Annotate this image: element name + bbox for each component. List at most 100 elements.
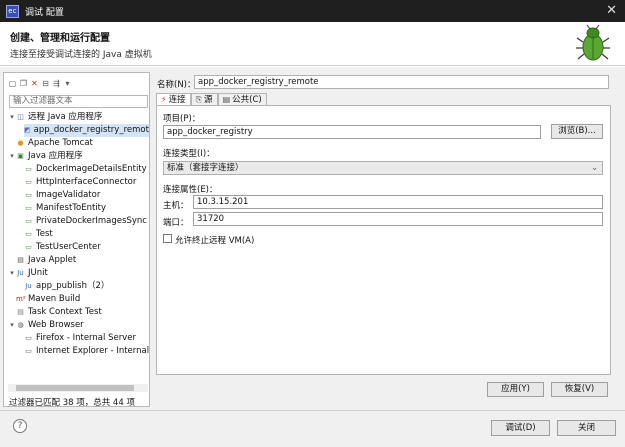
tree-item[interactable]: ▭ Internet Explorer - Internal — [24, 345, 149, 358]
dropdown-icon[interactable]: ▾ — [63, 79, 72, 88]
name-field[interactable]: app_docker_registry_remote — [194, 75, 609, 89]
applet-icon: ▤ — [17, 256, 24, 264]
tree-item-label: TestUserCenter — [36, 242, 101, 252]
tree-item[interactable]: ▾ ◍ Web Browser — [8, 319, 84, 332]
tree-item[interactable]: ▭ Test — [24, 228, 53, 241]
browser-config-icon: ▭ — [25, 334, 32, 342]
tree-item-label: PrivateDockerImagesSync — [36, 216, 147, 226]
close-icon[interactable]: ✕ — [606, 3, 617, 18]
tree-item-label: DockerImageDetailsEntity — [36, 164, 147, 174]
config-list-pane: ▢ ❐ ✕ ⊟ ⇶ ▾ 输入过滤器文本 ▾ ◫ 远程 Java 应用程序 ◩ app_d… — [3, 72, 150, 408]
remote-java-icon: ◫ — [17, 113, 24, 121]
connect-tab-body: 项目(P)： app_docker_registry 浏览(B)... 连接类型… — [156, 105, 611, 375]
connection-type-label: 连接类型(I)： — [163, 149, 215, 159]
header-subtitle: 连接至接受调试连接的 Java 虚拟机 — [10, 50, 152, 60]
port-field[interactable]: 31720 — [193, 212, 603, 226]
new-config-icon[interactable]: ▢ — [8, 79, 17, 88]
tomcat-icon: ● — [17, 139, 24, 147]
tree-item[interactable]: ▾ ▣ Java 应用程序 — [8, 150, 83, 163]
tree-item-label: Task Context Test — [28, 307, 102, 317]
filter-icon[interactable]: ⇶ — [52, 79, 61, 88]
host-label: 主机： — [163, 201, 189, 211]
port-label: 端口： — [163, 218, 189, 228]
tree-item[interactable]: m² Maven Build — [8, 293, 80, 306]
config-detail-pane: 名称(N)： app_docker_registry_remote ⚡ 连接 ⎘… — [154, 67, 620, 410]
title-bar: ec 调试 配置 ✕ — [0, 0, 625, 22]
connection-props-label: 连接属性(E)： — [163, 185, 218, 195]
java-class-icon: ▭ — [25, 217, 32, 225]
tree-item-label: Internet Explorer - Internal — [36, 346, 149, 356]
duplicate-icon[interactable]: ❐ — [19, 79, 28, 88]
debug-button[interactable]: 调试(D) — [491, 420, 550, 436]
tree-item[interactable]: ▭ ManifestToEntity — [24, 202, 106, 215]
expanded-chevron-icon[interactable]: ▾ — [8, 319, 16, 332]
header-title: 创建、管理和运行配置 — [10, 33, 110, 44]
help-icon[interactable]: ? — [13, 419, 27, 433]
config-tree: ▾ ◫ 远程 Java 应用程序 ◩ app_docker_registry_remot… — [4, 111, 149, 381]
filter-input[interactable]: 输入过滤器文本 — [9, 95, 148, 108]
java-app-icon: ▣ — [17, 152, 24, 160]
java-class-icon: ▭ — [25, 230, 32, 238]
maven-icon: m² — [16, 295, 26, 303]
java-class-icon: ▭ — [25, 243, 32, 251]
close-button[interactable]: 关闭 — [557, 420, 616, 436]
debug-bug-icon — [576, 24, 610, 61]
filter-status: 过滤器已匹配 38 项，总共 44 项 — [9, 398, 135, 408]
tree-item[interactable]: ▭ ImageValidator — [24, 189, 100, 202]
tree-item-label: app_publish（2） — [36, 281, 110, 291]
web-browser-icon: ◍ — [17, 321, 24, 329]
tree-item[interactable]: ▭ HttpInterfaceConnector — [24, 176, 136, 189]
tree-item[interactable]: ● Apache Tomcat — [8, 137, 93, 150]
project-label: 项目(P)： — [163, 114, 201, 124]
tree-item-label: Web Browser — [28, 320, 84, 330]
connection-type-value: 标准（套接字连接） — [167, 163, 244, 173]
tree-item-label: Java 应用程序 — [28, 151, 83, 161]
eclipse-app-icon: ec — [6, 4, 19, 18]
main-area: ▢ ❐ ✕ ⊟ ⇶ ▾ 输入过滤器文本 ▾ ◫ 远程 Java 应用程序 ◩ app_d… — [0, 67, 625, 410]
tree-item[interactable]: ◩ app_docker_registry_remote — [24, 124, 149, 137]
project-field[interactable]: app_docker_registry — [163, 125, 541, 139]
java-class-icon: ▭ — [25, 165, 32, 173]
tree-item[interactable]: ▭ TestUserCenter — [24, 241, 101, 254]
junit-icon: Ju — [17, 269, 24, 277]
tree-item[interactable]: ▭ Firefox - Internal Server — [24, 332, 136, 345]
tree-item-label: ManifestToEntity — [36, 203, 107, 213]
allow-terminate-label: 允许终止远程 VM(A) — [175, 236, 255, 246]
expanded-chevron-icon[interactable]: ▾ — [8, 150, 16, 163]
junit-config-icon: Ju — [25, 282, 32, 290]
tree-horizontal-scrollbar[interactable] — [8, 384, 148, 392]
tree-item[interactable]: ▤ Java Applet — [8, 254, 76, 267]
java-class-icon: ▭ — [25, 204, 32, 212]
java-class-icon: ▭ — [25, 191, 32, 199]
name-label: 名称(N)： — [157, 80, 196, 90]
apply-button[interactable]: 应用(Y) — [487, 382, 544, 397]
tree-item[interactable]: ▾ Ju JUnit — [8, 267, 48, 280]
connection-type-select[interactable]: 标准（套接字连接） ⌄ — [163, 161, 603, 175]
scrollbar-thumb[interactable] — [16, 385, 134, 391]
revert-button[interactable]: 恢复(V) — [551, 382, 608, 397]
host-field[interactable]: 10.3.15.201 — [193, 195, 603, 209]
dialog-footer: ? 调试(D) 关闭 — [0, 410, 625, 447]
tree-item[interactable]: Ju app_publish（2） — [24, 280, 109, 293]
task-icon: ▤ — [17, 308, 24, 316]
collapse-icon[interactable]: ⊟ — [41, 79, 50, 88]
tree-item[interactable]: ▾ ◫ 远程 Java 应用程序 — [8, 111, 102, 124]
tree-item-label: Maven Build — [28, 294, 81, 304]
delete-icon[interactable]: ✕ — [30, 79, 39, 88]
expanded-chevron-icon[interactable]: ▾ — [8, 267, 16, 280]
tree-item-label: Firefox - Internal Server — [36, 333, 136, 343]
tree-item[interactable]: ▭ PrivateDockerImagesSync — [24, 215, 147, 228]
tree-item[interactable]: ▭ DockerImageDetailsEntity — [24, 163, 147, 176]
remote-java-config-icon: ◩ — [24, 126, 31, 134]
browse-button[interactable]: 浏览(B)... — [551, 124, 603, 139]
tree-item[interactable]: ▤ Task Context Test — [8, 306, 102, 319]
allow-terminate-checkbox[interactable] — [163, 234, 172, 243]
expanded-chevron-icon[interactable]: ▾ — [8, 111, 16, 124]
tree-item-label: Test — [36, 229, 53, 239]
java-class-icon: ▭ — [25, 178, 32, 186]
tree-item-label: Java Applet — [28, 255, 77, 265]
tree-item-label: app_docker_registry_remote — [33, 125, 149, 135]
tree-item-label: JUnit — [28, 268, 48, 278]
browser-config-icon: ▭ — [25, 347, 32, 355]
tree-item-label: Apache Tomcat — [28, 138, 93, 148]
